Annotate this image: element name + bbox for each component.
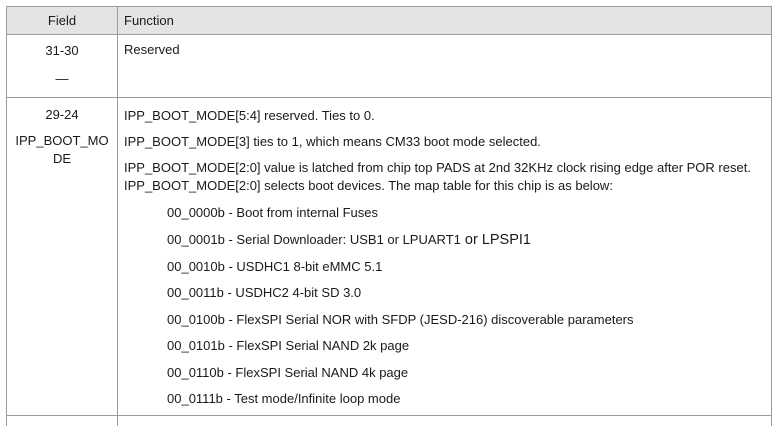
row-divider <box>7 97 771 98</box>
field-bits-31-30: 31-30 <box>45 43 79 58</box>
header-function: Function <box>124 13 174 28</box>
boot-mode-item: 00_0111b - Test mode/Infinite loop mode <box>167 391 401 406</box>
field-name-line-2: DE <box>52 151 72 166</box>
register-field-table: Field Function 31-30 — Reserved 29-24 IP… <box>6 6 772 426</box>
boot-mode-suffix: or LPSPI1 <box>460 232 531 248</box>
row-divider <box>7 415 771 416</box>
boot-mode-item: 00_0000b - Boot from internal Fuses <box>167 205 379 220</box>
boot-mode-item: 00_0001b - Serial Downloader: USB1 or LP… <box>167 231 531 249</box>
boot-mode-text: 00_0001b - Serial Downloader: USB1 or LP… <box>167 232 461 247</box>
boot-mode-item: 00_0100b - FlexSPI Serial NOR with SFDP … <box>167 312 634 327</box>
field-dash: — <box>55 71 69 86</box>
field-name-line-1: IPP_BOOT_MO <box>15 133 109 148</box>
boot-mode-item: 00_0110b - FlexSPI Serial NAND 4k page <box>167 365 409 380</box>
function-line-cm33: IPP_BOOT_MODE[3] ties to 1, which means … <box>124 134 541 149</box>
function-line-latched: IPP_BOOT_MODE[2:0] value is latched from… <box>124 160 751 193</box>
table-header: Field Function <box>7 7 771 35</box>
boot-mode-item: 00_0101b - FlexSPI Serial NAND 2k page <box>167 338 410 353</box>
function-line-reserved: IPP_BOOT_MODE[5:4] reserved. Ties to 0. <box>124 108 375 123</box>
field-bits-29-24: 29-24 <box>45 107 79 122</box>
header-field: Field <box>47 13 77 28</box>
column-divider <box>117 7 118 426</box>
function-reserved: Reserved <box>124 42 180 57</box>
boot-mode-item: 00_0011b - USDHC2 4-bit SD 3.0 <box>167 285 362 300</box>
boot-mode-item: 00_0010b - USDHC1 8-bit eMMC 5.1 <box>167 259 383 274</box>
